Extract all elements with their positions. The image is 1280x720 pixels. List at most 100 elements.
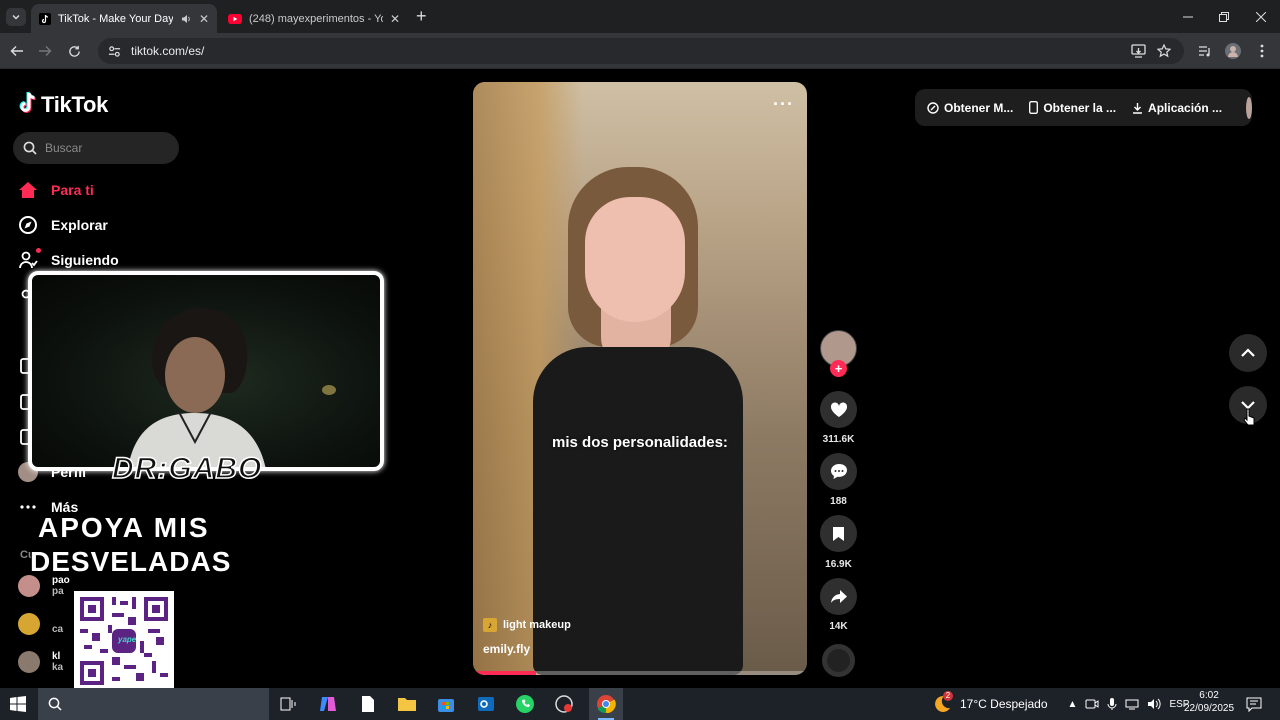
whatsapp-icon[interactable]: [513, 692, 537, 716]
suggested-account[interactable]: ca: [18, 613, 63, 635]
forward-button[interactable]: [36, 42, 54, 60]
video-progress-bar[interactable]: [473, 671, 807, 675]
music-title: light makeup: [503, 619, 571, 631]
file-explorer-icon[interactable]: [395, 692, 419, 716]
restore-icon: [1219, 11, 1229, 22]
video-player[interactable]: ··· mis dos personalidades: ♪ light make…: [473, 82, 807, 675]
video-more-options-icon[interactable]: ···: [773, 94, 794, 115]
bookmark-star-button[interactable]: [1155, 42, 1173, 60]
previous-video-button[interactable]: [1229, 334, 1267, 372]
video-caption: mis dos personalidades:: [552, 434, 728, 451]
download-icon: [1133, 102, 1143, 114]
task-view-icon[interactable]: [276, 692, 300, 716]
speaker-icon[interactable]: [180, 13, 192, 25]
comment-button[interactable]: [820, 453, 857, 490]
qr-brand-label: yape: [118, 635, 137, 644]
navigation-bar: tiktok.com/es/: [0, 33, 1280, 69]
nav-label: Para ti: [51, 182, 94, 198]
nav-item-para-ti[interactable]: Para ti: [18, 179, 94, 201]
address-bar[interactable]: tiktok.com/es/: [98, 38, 1184, 64]
get-coins-button[interactable]: Obtener M...: [927, 101, 1013, 115]
music-tag[interactable]: ♪ light makeup: [483, 618, 571, 632]
desktop-app-button[interactable]: Aplicación ...: [1132, 101, 1222, 115]
microphone-icon[interactable]: [1107, 697, 1117, 711]
install-icon: [1130, 44, 1146, 58]
site-info-icon[interactable]: [108, 45, 121, 58]
chrome-icon[interactable]: [589, 688, 623, 720]
promo-text-line1: APOYA MIS: [38, 512, 210, 543]
nav-item-explorar[interactable]: Explorar: [18, 214, 108, 236]
url-text: tiktok.com/es/: [131, 44, 205, 58]
phone-icon: [1029, 101, 1039, 114]
search-input[interactable]: Buscar: [13, 132, 179, 164]
tiktok-wordmark[interactable]: TikTok: [41, 92, 108, 118]
tab-search-button[interactable]: [6, 8, 26, 26]
like-count: 311.6K: [822, 434, 855, 445]
mouse-cursor-icon: [1243, 408, 1255, 426]
account-handle: pa: [52, 586, 64, 597]
notification-center-button[interactable]: [1246, 696, 1262, 712]
restore-button[interactable]: [1206, 0, 1242, 33]
notification-icon: [1246, 697, 1262, 712]
video-author[interactable]: emily.fly: [483, 642, 530, 656]
media-control-button[interactable]: [1196, 42, 1214, 60]
notification-dot: [36, 248, 41, 253]
compass-icon: [19, 216, 37, 234]
tab-title: (248) mayexperimentos - YouTube: [249, 12, 383, 25]
back-button[interactable]: [8, 42, 26, 60]
weather-widget[interactable]: 2 17°C Despejado: [930, 691, 1048, 714]
webcam-overlay: [28, 271, 384, 471]
tab-tiktok[interactable]: TikTok - Make Your Day ✕: [31, 4, 217, 33]
system-tray: 2 17°C Despejado ▲ ESP: [930, 688, 1189, 720]
copilot-icon[interactable]: [316, 692, 340, 716]
clock[interactable]: 6:02 22/09/2025: [1184, 689, 1234, 715]
app-icon[interactable]: [552, 692, 576, 716]
save-button[interactable]: [820, 515, 857, 552]
reload-button[interactable]: [65, 42, 83, 60]
top-action-label: Aplicación ...: [1148, 100, 1223, 115]
tiktok-logo[interactable]: [18, 91, 40, 115]
profile-button[interactable]: [1224, 42, 1242, 60]
user-avatar[interactable]: [1246, 96, 1252, 119]
volume-icon[interactable]: [1147, 698, 1162, 710]
nav-label: Explorar: [51, 217, 108, 233]
get-app-button[interactable]: Obtener la ...: [1029, 101, 1116, 115]
youtube-favicon-icon: [228, 13, 242, 24]
network-icon[interactable]: [1125, 698, 1139, 710]
avatar: [18, 575, 40, 597]
minimize-button[interactable]: [1170, 0, 1206, 33]
install-app-button[interactable]: [1129, 42, 1147, 60]
follow-plus-icon[interactable]: +: [830, 360, 847, 377]
close-tab-icon[interactable]: ✕: [199, 12, 209, 26]
outlook-icon[interactable]: [474, 692, 498, 716]
tiktok-logo-icon: [19, 91, 36, 113]
tab-youtube[interactable]: (248) mayexperimentos - YouTube ✕: [220, 4, 408, 33]
nav-item-siguiendo[interactable]: Siguiendo: [18, 249, 119, 271]
playlist-icon: [1199, 46, 1210, 57]
music-disc-avatar[interactable]: [822, 644, 855, 677]
chrome-menu-button[interactable]: [1253, 42, 1271, 60]
meet-icon[interactable]: [1085, 698, 1099, 710]
avatar: [18, 613, 40, 635]
suggested-account[interactable]: kl ka: [18, 651, 63, 673]
like-button[interactable]: [820, 391, 857, 428]
show-hidden-icons[interactable]: ▲: [1068, 699, 1078, 710]
music-icon: ♪: [483, 618, 497, 632]
close-tab-icon[interactable]: ✕: [390, 12, 400, 26]
microsoft-store-icon[interactable]: [434, 692, 458, 716]
heart-icon: [830, 401, 847, 417]
account-name: kl: [52, 651, 61, 662]
file-icon[interactable]: [356, 692, 380, 716]
start-button[interactable]: [10, 696, 26, 712]
share-button[interactable]: [820, 578, 857, 615]
nav-label: Siguiendo: [51, 252, 119, 268]
close-window-button[interactable]: [1243, 0, 1279, 33]
new-tab-button[interactable]: +: [416, 6, 427, 27]
video-subject-face: [585, 197, 685, 322]
chevron-down-icon: [12, 15, 20, 20]
taskbar-search[interactable]: [38, 688, 269, 720]
suggested-account[interactable]: pao pa: [18, 575, 70, 597]
clock-date: 22/09/2025: [1184, 703, 1235, 714]
home-icon: [19, 182, 37, 198]
background-light: [322, 385, 336, 395]
